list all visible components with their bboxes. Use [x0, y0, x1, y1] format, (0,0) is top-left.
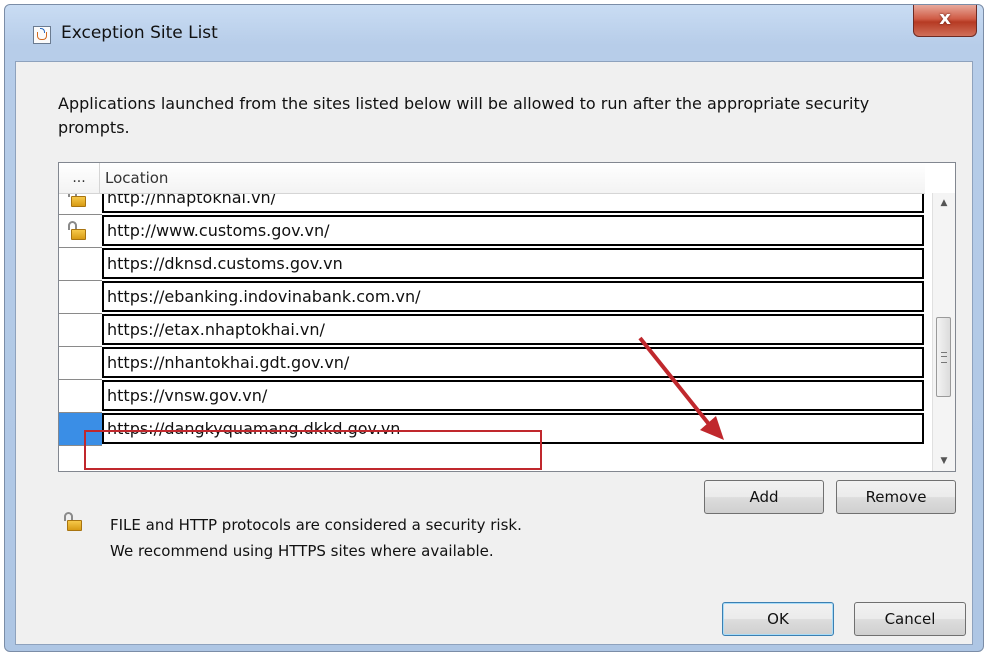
location-edit-field[interactable]: https://dangkyquamang.dkkd.gov.vn — [102, 413, 924, 444]
unlocked-padlock-icon — [62, 512, 84, 534]
row-icon-cell — [59, 281, 102, 314]
title-bar[interactable]: Exception Site List x — [5, 5, 983, 61]
location-cell[interactable]: https://nhantokhai.gdt.gov.vn/ — [102, 347, 924, 378]
row-icon-cell — [59, 194, 102, 215]
row-icon-cell — [59, 314, 102, 347]
remove-button[interactable]: Remove — [836, 480, 956, 514]
row-icon-cell — [59, 380, 102, 413]
location-cell[interactable]: https://vnsw.gov.vn/ — [102, 380, 924, 411]
window-title: Exception Site List — [61, 23, 218, 43]
table-row[interactable]: https://dknsd.customs.gov.vn — [59, 248, 933, 281]
row-icon-cell — [59, 248, 102, 281]
notice-line-1: FILE and HTTP protocols are considered a… — [110, 516, 522, 534]
vertical-scrollbar[interactable]: ▲ ▼ — [932, 193, 955, 471]
scroll-down-icon[interactable]: ▼ — [933, 451, 955, 471]
ok-button[interactable]: OK — [722, 602, 834, 636]
close-icon: x — [939, 8, 951, 29]
table-row[interactable]: http://nhaptokhai.vn/ — [59, 194, 933, 215]
table-rows: http://nhaptokhai.vn/ http://www.customs… — [59, 194, 933, 471]
unlocked-padlock-icon — [66, 221, 88, 241]
row-icon-cell — [59, 215, 102, 248]
cancel-button[interactable]: Cancel — [854, 602, 966, 636]
scroll-up-icon[interactable]: ▲ — [933, 193, 955, 213]
notice-line-2: We recommend using HTTPS sites where ava… — [110, 542, 494, 560]
header-location-column[interactable]: Location — [101, 163, 168, 193]
unlocked-padlock-icon — [66, 194, 88, 208]
exception-site-table[interactable]: ... Location http://nhaptokhai.vn/ http:… — [58, 162, 956, 472]
row-icon-cell — [59, 413, 102, 446]
location-cell[interactable]: https://etax.nhaptokhai.vn/ — [102, 314, 924, 345]
dialog-content: Applications launched from the sites lis… — [15, 61, 973, 645]
security-notice: FILE and HTTP protocols are considered a… — [110, 512, 522, 564]
description-text: Applications launched from the sites lis… — [58, 94, 870, 137]
header-icon-column[interactable]: ... — [59, 163, 100, 193]
location-cell[interactable]: http://www.customs.gov.vn/ — [102, 215, 924, 246]
table-row[interactable]: https://nhantokhai.gdt.gov.vn/ — [59, 347, 933, 380]
location-cell[interactable]: https://ebanking.indovinabank.com.vn/ — [102, 281, 924, 312]
row-icon-cell — [59, 347, 102, 380]
table-row-selected[interactable]: https://dangkyquamang.dkkd.gov.vn — [59, 413, 933, 446]
table-row[interactable]: https://ebanking.indovinabank.com.vn/ — [59, 281, 933, 314]
location-cell[interactable]: https://dknsd.customs.gov.vn — [102, 248, 924, 279]
table-row[interactable]: https://etax.nhaptokhai.vn/ — [59, 314, 933, 347]
scroll-thumb[interactable] — [936, 317, 951, 397]
table-row[interactable]: http://www.customs.gov.vn/ — [59, 215, 933, 248]
add-button[interactable]: Add — [704, 480, 824, 514]
table-header: ... Location — [59, 163, 925, 194]
close-button[interactable]: x — [913, 5, 977, 37]
dialog-window: Exception Site List x Applications launc… — [4, 4, 984, 652]
location-cell[interactable]: http://nhaptokhai.vn/ — [102, 194, 924, 213]
table-row[interactable]: https://vnsw.gov.vn/ — [59, 380, 933, 413]
java-icon — [33, 26, 51, 44]
